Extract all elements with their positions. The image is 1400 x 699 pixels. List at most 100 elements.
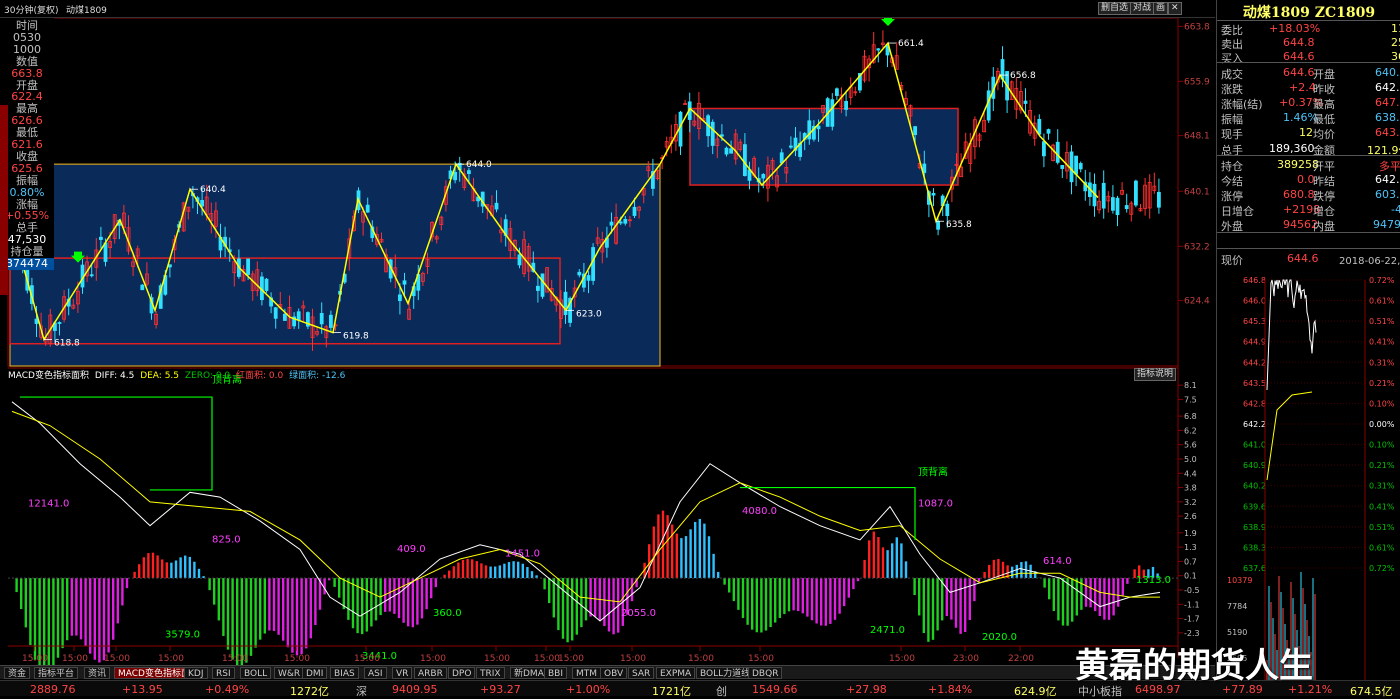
compare-button[interactable]: 对战	[1130, 2, 1155, 15]
candle-body	[296, 311, 301, 321]
macd-tick-label: 5.0	[1184, 455, 1197, 464]
indicator-tab[interactable]: 指标平台	[34, 667, 79, 679]
indicator-tab[interactable]: BOLL	[240, 667, 272, 679]
price-tick-label: 640.1	[1184, 187, 1210, 197]
kline-svg[interactable]: 663.8 655.9 648.1 640.1 632.2 624.4 618.8 640.4…	[0, 14, 1215, 675]
mini-price-line	[1266, 279, 1317, 391]
now-label: 现价	[1221, 254, 1243, 267]
status-item: 2889.76	[30, 683, 76, 696]
indicator-tab[interactable]: OBV	[600, 667, 628, 679]
mini-price-label: 646.0	[1243, 297, 1266, 306]
mini-price-label: 642.8	[1243, 399, 1266, 408]
candle-body	[632, 206, 637, 216]
zigzag-label: 644.0	[466, 160, 492, 170]
indicator-tab[interactable]: BIAS	[330, 667, 359, 679]
mini-vol-label: 7784	[1227, 602, 1247, 611]
divider	[1217, 155, 1400, 156]
macd-name[interactable]: MACD变色指标面积	[8, 371, 89, 381]
indicator-tab[interactable]: TRIX	[476, 667, 505, 679]
indicator-tab[interactable]: MTM	[572, 667, 602, 679]
macd-tick-label: 6.8	[1184, 412, 1197, 421]
quote-row: 今结 0.0昨结 642.2	[1217, 173, 1400, 188]
left-side-tabs[interactable]	[0, 105, 8, 295]
quote-cell: 开盘	[1313, 68, 1335, 81]
candle-body	[936, 220, 940, 230]
quote-panel: 动煤1809 ZC1809 委比+18.03%11卖出644.825买入644.…	[1216, 0, 1400, 696]
candle-body	[618, 221, 623, 224]
x-tick-label: 15:00	[534, 654, 560, 664]
candle-body	[835, 88, 839, 96]
indicator-tab[interactable]: 资金	[4, 667, 31, 679]
macd-tick-label: -1.1	[1184, 600, 1200, 609]
indicator-tab[interactable]: W&R	[274, 667, 305, 679]
macd-area-label: 12141.0	[28, 499, 69, 510]
minute-chart[interactable]: 646.8 646.0 645.3 644.9 644.2 643.5 642.8 642.2…	[1217, 270, 1400, 690]
status-item: 674.5亿	[1350, 685, 1393, 698]
macd-tick-label: -2.3	[1184, 629, 1200, 638]
price-tick-label: 663.8	[1184, 22, 1210, 32]
indicator-tab[interactable]: EXPMA	[656, 667, 696, 679]
indicator-tab[interactable]: KDJ	[184, 667, 208, 679]
x-tick-label: 22:00	[1008, 654, 1034, 664]
period-label[interactable]: 30分钟(复权)	[4, 3, 58, 16]
indicator-tab[interactable]: DMI	[302, 667, 328, 679]
mini-pct-label: 0.61%	[1369, 543, 1395, 552]
indicator-tab[interactable]: ARBR	[414, 667, 447, 679]
candle-body	[844, 100, 848, 110]
indicator-tab[interactable]: 新DMA	[510, 667, 548, 679]
info-item: 数值	[16, 54, 38, 68]
mini-price-label: 642.2	[1243, 420, 1266, 429]
quote-row: 涨幅(结)+0.37%最高647.8	[1217, 96, 1400, 111]
mini-pct-label: 0.31%	[1369, 482, 1395, 491]
draw-button[interactable]: 画	[1153, 2, 1169, 15]
info-item: 0.80%	[9, 185, 45, 199]
indicator-tab[interactable]: BBI	[544, 667, 568, 679]
mini-price-label: 637.6	[1243, 564, 1266, 573]
indicator-tab[interactable]: SAR	[628, 667, 655, 679]
quote-cell: 多平	[1379, 160, 1400, 173]
indicator-tab[interactable]: ASI	[364, 667, 387, 679]
candle-body	[273, 307, 278, 319]
candle-body	[89, 274, 94, 277]
quote-cell: 642.0	[1375, 81, 1400, 94]
mini-price-label: 640.9	[1243, 461, 1266, 470]
mini-pct-label: 0.21%	[1369, 379, 1395, 388]
indicator-tab[interactable]: DBQR	[748, 667, 783, 679]
mini-price-label: 644.2	[1243, 358, 1266, 367]
candle-body	[876, 48, 881, 51]
quote-row: 涨跌 +2.4昨收 642.0	[1217, 81, 1400, 96]
candle-body	[365, 204, 370, 213]
candle-body	[103, 242, 108, 262]
indicator-tab[interactable]: VR	[392, 667, 413, 679]
candle-body	[1115, 197, 1120, 216]
contract-title: 动煤1809 ZC1809	[1242, 5, 1376, 21]
mini-pct-label: 0.00%	[1369, 420, 1395, 429]
candle-body	[1124, 205, 1129, 210]
indicator-help-button[interactable]: 指标说明	[1134, 368, 1177, 381]
chart-area[interactable]: 663.8 655.9 648.1 640.1 632.2 624.4 618.8 640.4…	[0, 14, 1215, 675]
quote-row: 涨停 680.8跌停 603.6	[1217, 188, 1400, 203]
quote-cell: 现手	[1221, 128, 1243, 141]
indicator-tab[interactable]: DPO	[448, 667, 476, 679]
candle-body	[402, 280, 407, 285]
x-tick-label: 15:00	[484, 654, 510, 664]
zigzag-label: 618.8	[54, 339, 80, 349]
price-tick-label: 648.1	[1184, 132, 1210, 142]
quote-cell: 均价	[1313, 128, 1335, 141]
quote-row: 总手189,360金额121.9亿	[1217, 142, 1400, 157]
divider	[1217, 20, 1400, 21]
quote-cell: 昨收	[1313, 83, 1335, 96]
remove-favorite-button[interactable]: 删自选	[1098, 2, 1132, 15]
candle-body	[724, 147, 729, 155]
divergence-box-1	[20, 396, 213, 491]
indicator-tab[interactable]: BOLL力道线	[696, 667, 755, 679]
indicator-tab[interactable]: 资讯	[84, 667, 111, 679]
quote-cell: 638.4	[1375, 111, 1400, 124]
price-tick-label: 655.9	[1184, 77, 1210, 87]
price-tick-label: 632.2	[1184, 242, 1210, 252]
indicator-tab[interactable]: RSI	[212, 667, 235, 679]
candle-body	[494, 202, 499, 210]
x-tick-label: 15:00	[420, 654, 446, 664]
close-icon[interactable]: ✕	[1168, 2, 1182, 15]
macd-tick-label: 1.3	[1184, 543, 1197, 552]
